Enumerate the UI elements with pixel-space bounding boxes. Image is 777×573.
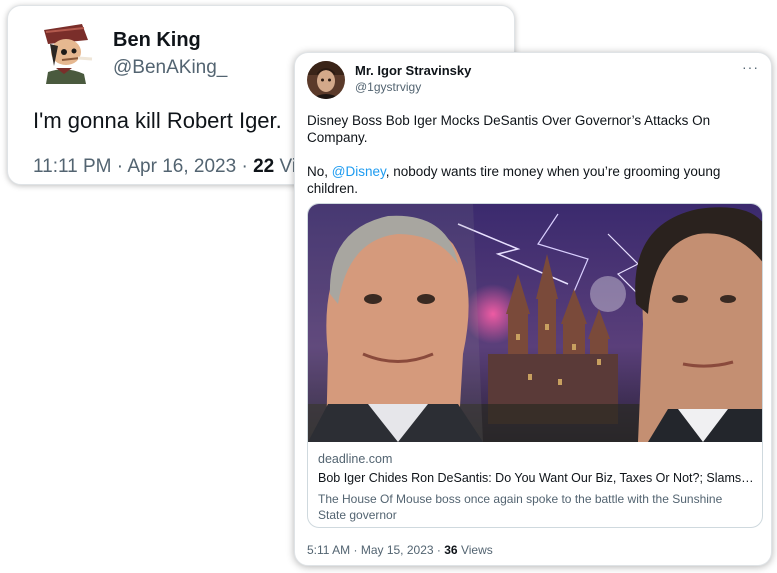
tweet-time[interactable]: 11:11 PM xyxy=(33,156,112,177)
tweet-text: Disney Boss Bob Iger Mocks DeSantis Over… xyxy=(307,112,757,214)
link-description: The House Of Mouse boss once again spoke… xyxy=(318,492,723,522)
tweet-date[interactable]: May 15, 2023 xyxy=(361,543,434,557)
tweet-paragraph: Disney Boss Bob Iger Mocks DeSantis Over… xyxy=(307,113,711,145)
mention-link[interactable]: @Disney xyxy=(332,164,386,179)
text-segment: No, xyxy=(307,164,332,179)
avatar[interactable] xyxy=(307,61,345,99)
views-label: Views xyxy=(460,543,493,557)
tweet-time[interactable]: 5:11 AM xyxy=(307,543,350,557)
more-horizontal-icon[interactable]: ··· xyxy=(742,59,759,75)
views-count: 36 xyxy=(444,543,458,557)
views-count: 22 xyxy=(253,156,275,177)
tweet-text: I'm gonna kill Robert Iger. xyxy=(33,108,282,133)
display-name[interactable]: Ben King xyxy=(113,29,201,52)
meta-separator: · xyxy=(116,156,128,177)
user-handle[interactable]: @1gystrvigy xyxy=(355,80,421,94)
link-domain[interactable]: deadline.com xyxy=(318,452,392,466)
meta-separator: · xyxy=(241,156,254,177)
avatar[interactable] xyxy=(34,22,94,84)
meta-separator: · xyxy=(353,543,361,557)
tweet-meta: 11:11 PM · Apr 16, 2023 · 22 Vie xyxy=(33,156,307,178)
link-preview-image[interactable] xyxy=(308,204,762,442)
user-handle[interactable]: @BenAKing_ xyxy=(113,57,227,79)
tweet-meta: 5:11 AM · May 15, 2023 · 36 Views xyxy=(307,543,493,557)
link-preview-card[interactable]: deadline.com Bob Iger Chides Ron DeSanti… xyxy=(307,203,763,528)
link-title[interactable]: Bob Iger Chides Ron DeSantis: Do You Wan… xyxy=(318,471,754,485)
display-name[interactable]: Mr. Igor Stravinsky xyxy=(355,63,471,78)
tweet-card-igor-stravinsky[interactable]: Mr. Igor Stravinsky @1gystrvigy ··· Disn… xyxy=(294,52,772,566)
tweet-date[interactable]: Apr 16, 2023 xyxy=(127,156,236,177)
tweet-paragraph: No, @Disney, nobody wants tire money whe… xyxy=(307,163,757,197)
